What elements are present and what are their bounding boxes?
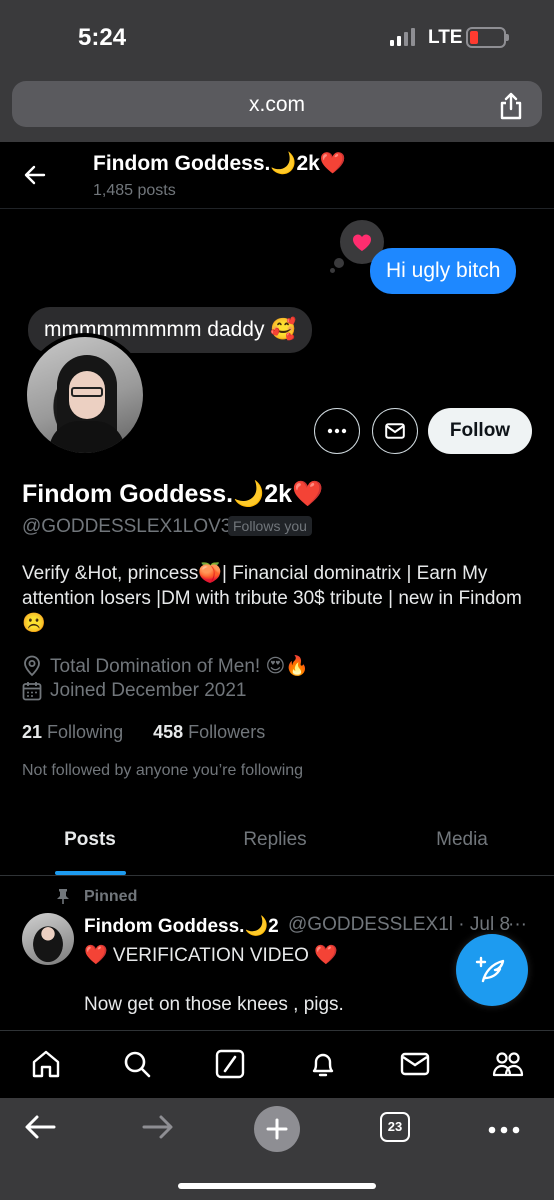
- envelope-icon: [385, 423, 405, 439]
- profile-handle: @GODDESSLEX1LOV3: [22, 516, 232, 537]
- grok-icon[interactable]: [214, 1048, 246, 1085]
- header-title: Findom Goddess.🌙2k❤️: [93, 152, 346, 175]
- battery-icon: [466, 27, 509, 48]
- follows-you-badge: Follows you: [228, 516, 312, 536]
- mutual-followers-note: Not followed by anyone you’re following: [22, 762, 304, 779]
- location-text: Total Domination of Men! 😍🔥: [50, 656, 309, 677]
- forward-arrow-icon[interactable]: [142, 1114, 174, 1145]
- following-label: Following: [47, 722, 124, 742]
- compose-post-button[interactable]: [456, 934, 528, 1006]
- back-arrow-icon[interactable]: [24, 1114, 56, 1145]
- compose-feather-icon: [475, 956, 505, 983]
- profile-avatar[interactable]: [23, 333, 147, 457]
- post-more-button[interactable]: ···: [508, 914, 527, 936]
- tab-posts[interactable]: Posts: [0, 829, 180, 851]
- sent-message-bubble: Hi ugly bitch: [370, 248, 517, 294]
- search-icon[interactable]: [121, 1048, 153, 1085]
- profile-bio: Verify &Hot, princess🍑| Financial domina…: [22, 563, 522, 634]
- following-count: 21: [22, 722, 43, 742]
- url-text[interactable]: x.com: [0, 93, 554, 117]
- post-author-name[interactable]: Findom Goddess.🌙2: [84, 914, 279, 938]
- pin-icon: [56, 888, 70, 909]
- follow-stats: 21 Following 458 Followers: [22, 722, 265, 743]
- home-indicator: [178, 1183, 376, 1189]
- back-arrow-icon[interactable]: [24, 165, 46, 190]
- tabs-icon[interactable]: 23: [380, 1112, 410, 1142]
- following-link[interactable]: 21 Following: [22, 722, 123, 742]
- followers-count: 458: [153, 722, 184, 742]
- post-author-avatar[interactable]: [22, 913, 74, 965]
- cell-signal-icon: [390, 28, 420, 46]
- follow-button[interactable]: Follow: [428, 408, 532, 454]
- followers-link[interactable]: 458 Followers: [153, 722, 265, 742]
- tab-replies[interactable]: Replies: [185, 829, 365, 851]
- pinned-label: Pinned: [84, 888, 138, 905]
- status-time: 5:24: [78, 24, 127, 51]
- post-text-line: ❤️ VERIFICATION VIDEO ❤️: [84, 945, 338, 966]
- network-type: LTE: [428, 27, 463, 48]
- calendar-icon: [22, 682, 42, 701]
- reaction-tail: [334, 258, 344, 268]
- joined-text: Joined December 2021: [50, 680, 247, 701]
- home-icon[interactable]: [30, 1048, 62, 1085]
- reaction-tail: [330, 268, 335, 273]
- divider: [0, 1030, 554, 1031]
- more-icon: [327, 428, 347, 434]
- messages-icon[interactable]: [399, 1048, 431, 1085]
- more-options-button[interactable]: [314, 408, 360, 454]
- location-row: Total Domination of Men! 😍🔥: [22, 654, 309, 678]
- communities-icon[interactable]: [491, 1048, 525, 1085]
- joined-row: Joined December 2021: [22, 680, 246, 702]
- tab-media[interactable]: Media: [370, 829, 554, 851]
- notifications-icon[interactable]: [307, 1048, 339, 1085]
- post-text-line: Now get on those knees , pigs.: [84, 994, 344, 1015]
- share-icon[interactable]: [498, 92, 524, 125]
- header-post-count: 1,485 posts: [93, 182, 176, 199]
- divider: [0, 875, 554, 876]
- more-icon[interactable]: [488, 1122, 520, 1140]
- new-tab-plus-icon[interactable]: [254, 1106, 300, 1152]
- location-pin-icon: [24, 655, 40, 677]
- followers-label: Followers: [188, 722, 266, 742]
- divider: [0, 208, 554, 209]
- message-button[interactable]: [372, 408, 418, 454]
- profile-display-name: Findom Goddess.🌙2k❤️: [22, 480, 324, 508]
- post-author-handle: @GODDESSLEX1l · Jul 8: [288, 914, 511, 935]
